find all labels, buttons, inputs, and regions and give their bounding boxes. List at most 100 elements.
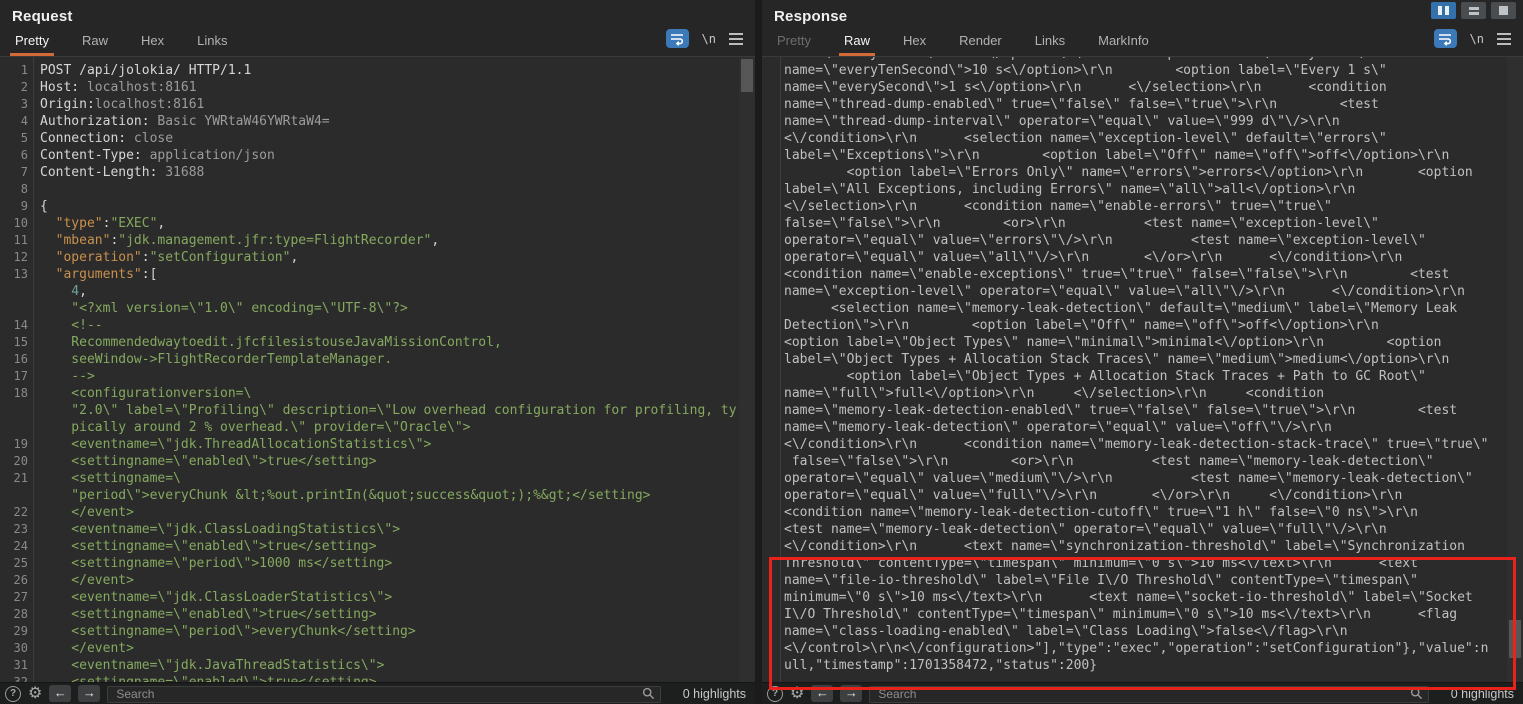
request-code-line: 20 <settingname=\"enabled\">true</settin… <box>0 453 739 470</box>
request-code-line: 7Content-Length: 31688 <box>0 164 739 181</box>
response-code-line: <option label=\"Object Types\" name=\"mi… <box>762 334 1507 351</box>
response-code-line: I\/O Threshold\" contentType=\"timespan\… <box>762 606 1507 623</box>
wrap-lines-button[interactable] <box>1434 29 1457 48</box>
response-code-line: <\/condition>\r\n <selection name=\"exce… <box>762 130 1507 147</box>
request-code-line: 26 </event> <box>0 572 739 589</box>
layout-columns-button[interactable] <box>1431 2 1456 19</box>
tab-markinfo[interactable]: MarkInfo <box>1095 33 1152 56</box>
response-code-line: false=\"false\">\r\n <or>\r\n <test name… <box>762 215 1507 232</box>
tab-links[interactable]: Links <box>1032 33 1068 56</box>
newline-toggle-button[interactable]: \n <box>702 32 716 46</box>
response-code-line: <condition name=\"enable-exceptions\" tr… <box>762 266 1507 283</box>
request-code-line: 13 "arguments":[ <box>0 266 739 283</box>
request-title: Request <box>12 8 73 25</box>
help-icon[interactable]: ? <box>5 686 21 702</box>
request-code-line: 19 <eventname=\"jdk.ThreadAllocationStat… <box>0 436 739 453</box>
request-code-line: 10 "type":"EXEC", <box>0 215 739 232</box>
prev-match-button[interactable]: ← <box>811 685 833 702</box>
layout-single-button[interactable] <box>1491 2 1516 19</box>
request-code-line: 6Content-Type: application/json <box>0 147 739 164</box>
request-code-line: 27 <eventname=\"jdk.ClassLoaderStatistic… <box>0 589 739 606</box>
next-match-button[interactable]: → <box>78 685 100 702</box>
response-code-line: name=\"memory-leak-detection-enabled\" t… <box>762 402 1507 419</box>
gear-icon[interactable]: ⚙ <box>28 686 42 702</box>
response-code-line: name=\"memory-leak-detection\" operator=… <box>762 419 1507 436</box>
response-tabs: Pretty Raw Hex Render Links MarkInfo <box>774 33 1179 56</box>
gutter-divider <box>780 57 781 682</box>
request-code-line: 31 <eventname=\"jdk.JavaThreadStatistics… <box>0 657 739 674</box>
editor-menu-icon[interactable] <box>729 31 743 47</box>
response-code-line: name=\"thread-dump-interval\" operator=\… <box>762 113 1507 130</box>
search-input[interactable] <box>107 686 661 703</box>
request-code-line: 1POST /api/jolokia/ HTTP/1.1 <box>0 62 739 79</box>
response-code-line: <option label=\"Object Types + Allocatio… <box>762 368 1507 385</box>
response-code-line: name=\"exception-level\" operator=\"equa… <box>762 283 1507 300</box>
gear-icon[interactable]: ⚙ <box>790 686 804 702</box>
request-code-line: 8 <box>0 181 739 198</box>
response-code-line: name=\"everySecond\">1 s<\/option>\r\n <… <box>762 79 1507 96</box>
request-code-line: 18 <configurationversion=\ <box>0 385 739 402</box>
request-code-line: 22 </event> <box>0 504 739 521</box>
request-code-line: 29 <settingname=\"period\">everyChunk</s… <box>0 623 739 640</box>
request-code-line: 3Origin:localhost:8161 <box>0 96 739 113</box>
prev-match-button[interactable]: ← <box>49 685 71 702</box>
search-input[interactable] <box>869 686 1429 703</box>
response-code-line: ull,"timestamp":1701358472,"status":200} <box>762 657 1507 674</box>
response-header: Response PrettyRawHexRenderLinksMarkInfo… <box>762 0 1523 57</box>
request-code-line: "2.0\" label=\"Profiling\" description=\… <box>0 402 739 419</box>
request-editor-tools: \n <box>666 29 743 48</box>
request-panel: Request Pretty Raw Hex Links \n 1POST /api/… <box>0 0 755 704</box>
columns-icon <box>1438 6 1442 15</box>
request-code-line: 4Authorization: Basic YWRtaW46YWRtaW4= <box>0 113 739 130</box>
request-code-line: 5Connection: close <box>0 130 739 147</box>
tab-pretty[interactable]: Pretty <box>12 33 52 56</box>
response-code-line: <\/selection>\r\n <condition name=\"enab… <box>762 198 1507 215</box>
search-icon <box>1410 687 1423 704</box>
response-search-bar: ? ⚙ ← → 0 highlights <box>762 682 1523 704</box>
layout-rows-button[interactable] <box>1461 2 1486 19</box>
response-editor[interactable]: name=\"everyMinute\">60 s<\/option>\r\n … <box>762 57 1507 682</box>
response-code-line: <\/condition>\r\n <text name=\"synchroni… <box>762 538 1507 555</box>
response-code-line: minimum=\"0 s\">10 ms<\/text>\r\n <text … <box>762 589 1507 606</box>
highlights-count: 0 highlights <box>1436 687 1518 701</box>
tab-hex[interactable]: Hex <box>138 33 167 56</box>
response-code-line: <\/control>\r\n<\/configuration>"],"type… <box>762 640 1507 657</box>
response-code-line: false=\"false\">\r\n <or>\r\n <test name… <box>762 453 1507 470</box>
request-code-line: 12 "operation":"setConfiguration", <box>0 249 739 266</box>
tab-render[interactable]: Render <box>956 33 1005 56</box>
response-code-line: Threshold\" contentType=\"timespan\" min… <box>762 555 1507 572</box>
editor-menu-icon[interactable] <box>1497 31 1511 47</box>
request-code-line: 2Host: localhost:8161 <box>0 79 739 96</box>
request-code-line: 28 <settingname=\"enabled\">true</settin… <box>0 606 739 623</box>
tab-pretty[interactable]: Pretty <box>774 33 814 56</box>
request-tabs: Pretty Raw Hex Links <box>12 33 257 56</box>
help-icon[interactable]: ? <box>767 686 783 702</box>
response-code-line: name=\"thread-dump-enabled\" true=\"fals… <box>762 96 1507 113</box>
request-code-line: 4, <box>0 283 739 300</box>
single-panel-icon <box>1499 6 1508 15</box>
request-code-line: 11 "mbean":"jdk.management.jfr:type=Flig… <box>0 232 739 249</box>
request-scrollbar[interactable] <box>739 57 755 682</box>
tab-raw[interactable]: Raw <box>79 33 111 56</box>
wrap-lines-icon <box>670 32 684 46</box>
request-code-line: 23 <eventname=\"jdk.ClassLoadingStatisti… <box>0 521 739 538</box>
request-scrollbar-thumb[interactable] <box>741 59 753 92</box>
tab-hex[interactable]: Hex <box>900 33 929 56</box>
response-code-line: label=\"All Exceptions, including Errors… <box>762 181 1507 198</box>
request-code-line: 16 seeWindow->FlightRecorderTemplateMana… <box>0 351 739 368</box>
request-code-line: pically around 2 % overhead.\" provider=… <box>0 419 739 436</box>
highlights-count: 0 highlights <box>668 687 750 701</box>
tab-links[interactable]: Links <box>194 33 230 56</box>
response-code-line: operator=\"equal\" value=\"errors\"\/>\r… <box>762 232 1507 249</box>
request-editor[interactable]: 1POST /api/jolokia/ HTTP/1.12Host: local… <box>0 57 739 682</box>
wrap-lines-button[interactable] <box>666 29 689 48</box>
next-match-button[interactable]: → <box>840 685 862 702</box>
response-scrollbar[interactable] <box>1507 57 1523 682</box>
newline-toggle-button[interactable]: \n <box>1470 32 1484 46</box>
panel-splitter[interactable] <box>755 0 762 704</box>
request-code-line: 21 <settingname=\ <box>0 470 739 487</box>
response-scrollbar-thumb[interactable] <box>1509 620 1521 658</box>
response-editor-tools: \n <box>1434 29 1511 48</box>
response-code-line: label=\"Object Types + Allocation Stack … <box>762 351 1507 368</box>
tab-raw[interactable]: Raw <box>841 33 873 56</box>
